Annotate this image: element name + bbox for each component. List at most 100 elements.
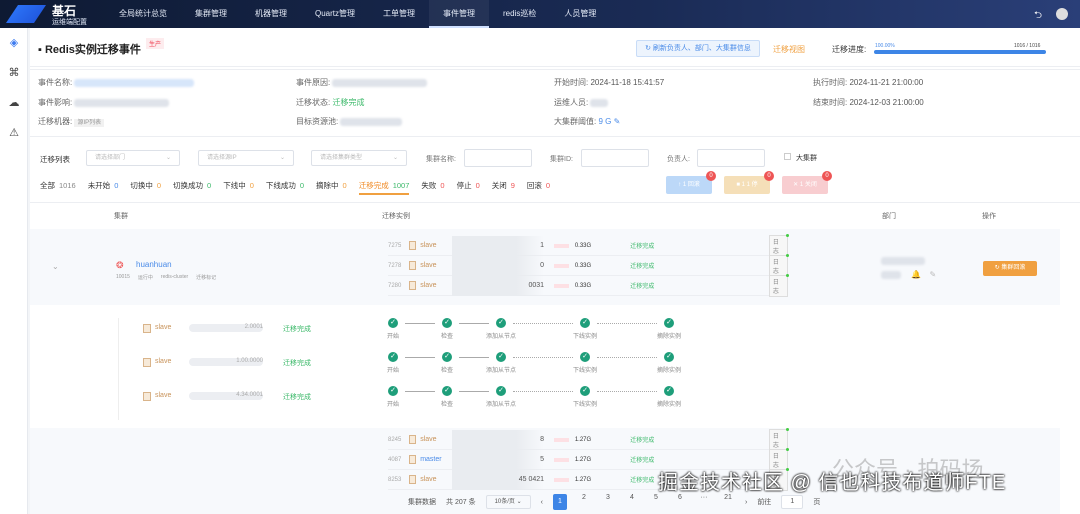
detail-row: slave 1.00.0000 迁移完成 ✓ 开始 ✓ 检查 ✓ 添加从节点 ✓ 下线实例 ✓ 摘除实例 [118,352,699,386]
memory-bar [554,437,569,442]
back-icon[interactable]: ⮌ [1034,8,1042,25]
sidebar: ◈ ⌘ ☁ ⚠ [0,28,28,514]
next-page-button[interactable]: › [745,499,747,506]
online-dot-icon [786,427,789,431]
page-button[interactable]: 1 [552,494,567,510]
status-tab[interactable]: 回滚 0 [527,180,550,195]
instance-role: slave [155,324,172,331]
nav-item[interactable]: 集群管理 [181,0,241,28]
instance-size: 0.33G [574,282,592,289]
page-button[interactable]: 5 [649,494,663,510]
step-label: 添加从节点 [485,402,516,408]
status-tab[interactable]: 摘除中 0 [316,180,347,195]
status-tab[interactable]: 迁移完成 1007 [358,180,410,195]
cluster-rollback-button[interactable]: ↻ 集群回滚 [983,261,1037,276]
page-button[interactable]: 21 [721,494,735,510]
nav-item[interactable]: 人员管理 [550,0,610,28]
check-circle-icon: ✓ [388,386,398,396]
source-ip-select[interactable]: 请选择源IP ⌄ [198,150,294,166]
layers-icon[interactable]: ◈ [0,28,28,58]
cluster-id-input[interactable] [581,149,649,167]
status-tab[interactable]: 失败 0 [421,180,444,195]
big-cluster-checkbox[interactable]: 大集群 [784,153,817,163]
progress-count: 1016 / 1016 [1014,43,1041,49]
page-button[interactable]: 3 [601,494,615,510]
nav-item[interactable]: 工单管理 [369,0,429,28]
batch-action-button[interactable]: ✕ 1 关闭 0 [782,171,832,194]
instance-ip: 5 [451,449,545,470]
status-tab[interactable]: 未开始 0 [88,180,119,195]
online-dot-icon [786,447,789,451]
page-button[interactable]: 6 [673,494,687,510]
batch-action-button[interactable]: ↑ 1 回滚 0 [666,171,716,194]
step-label: 开始 [386,368,399,374]
col-dept: 部门 [882,213,896,220]
instance-status: 迁移完成 [630,438,655,444]
batch-action-button[interactable]: ■ 1 1 停 0 [724,171,774,194]
step-label: 添加从节点 [485,368,516,374]
dept-select[interactable]: 请选择部门 ⌄ [86,150,180,166]
step-label: 添加从节点 [485,334,516,340]
nav-item[interactable]: redis巡检 [489,0,550,28]
check-circle-icon: ✓ [664,318,674,328]
step-label: 摘除实例 [656,368,681,374]
instance-role: slave [420,262,437,269]
status-tab[interactable]: 关闭 9 [492,180,515,195]
instance-status: 迁移完成 [630,244,655,250]
avatar[interactable] [1056,8,1068,20]
migration-view-link[interactable]: 迁移视图 [773,44,805,55]
log-button[interactable]: 日志 [768,233,789,257]
check-circle-icon: ✓ [496,352,506,362]
source-ip-list[interactable]: 源IP列表 [74,119,105,127]
cloud-icon[interactable]: ☁ [0,88,28,118]
status-tab[interactable]: 全部 1016 [40,180,76,195]
page-button[interactable]: 4 [625,494,639,510]
refresh-info-button[interactable]: ↻ 刷新负责人、部门、大集群信息 [636,40,760,57]
instance-ip: 0 [451,255,545,276]
expand-chevron-icon[interactable]: ⌄ [52,262,59,271]
env-tag: 生产 [146,38,165,49]
nav-item[interactable]: 事件管理 [429,0,490,28]
status-tab[interactable]: 切换成功 0 [173,180,211,195]
log-button[interactable]: 日志 [768,253,789,277]
cluster-name-link[interactable]: huanhuan [136,260,172,269]
prev-page-button[interactable]: ‹ [541,499,543,506]
owner-input[interactable] [697,149,765,167]
status-tab[interactable]: 下线成功 0 [266,180,304,195]
status-tab[interactable]: 切换中 0 [130,180,161,195]
instance-size: 0.33G [574,262,592,269]
instance-status: 迁移完成 [283,360,311,367]
nav-item[interactable]: Quartz管理 [301,0,369,28]
step-label: 摘除实例 [656,402,681,408]
page-size-select[interactable]: 10条/页 ⌄ [485,495,531,509]
instance-row: 8245 slave 8 1.27G 迁移完成 日志 [388,427,789,451]
instance-status: 迁移完成 [283,394,311,401]
check-circle-icon: ✓ [496,386,506,396]
bell-icon[interactable]: 🔔 [911,270,921,279]
app-logo[interactable]: 基石 运维端配置 [6,2,106,26]
instance-id: 7278 [388,262,402,269]
edit-icon[interactable]: ✎ [614,117,621,126]
status-tab[interactable]: 下线中 0 [223,180,254,195]
instance-id: 8245 [388,436,402,443]
cluster-type-select[interactable]: 请选择集群类型 ⌄ [311,150,407,166]
page-button[interactable]: ··· [697,494,711,510]
instance-id: 8253 [388,476,402,483]
edit-owner-icon[interactable]: ✎ [929,270,936,279]
instance-ip-suffix: 5 [540,455,545,463]
migration-machines: 迁移机器: 源IP列表 [38,116,105,127]
log-button[interactable]: 日志 [768,427,789,451]
cluster-icon[interactable]: ⌘ [0,58,28,88]
instance-role: slave [155,358,172,365]
page-button[interactable]: 2 [577,494,591,510]
log-button[interactable]: 日志 [768,273,789,297]
instance-ip-suffix: 0 [540,261,545,269]
nav-item[interactable]: 全局统计总览 [105,0,181,28]
goto-page-input[interactable]: 1 [781,495,804,509]
alarm-icon[interactable]: ⚠ [0,118,28,148]
cluster-name-input[interactable] [464,149,532,167]
status-tab[interactable]: 停止 0 [457,180,480,195]
memory-bar [554,477,569,482]
nav-item[interactable]: 机器管理 [241,0,301,28]
memory-bar [554,263,569,268]
